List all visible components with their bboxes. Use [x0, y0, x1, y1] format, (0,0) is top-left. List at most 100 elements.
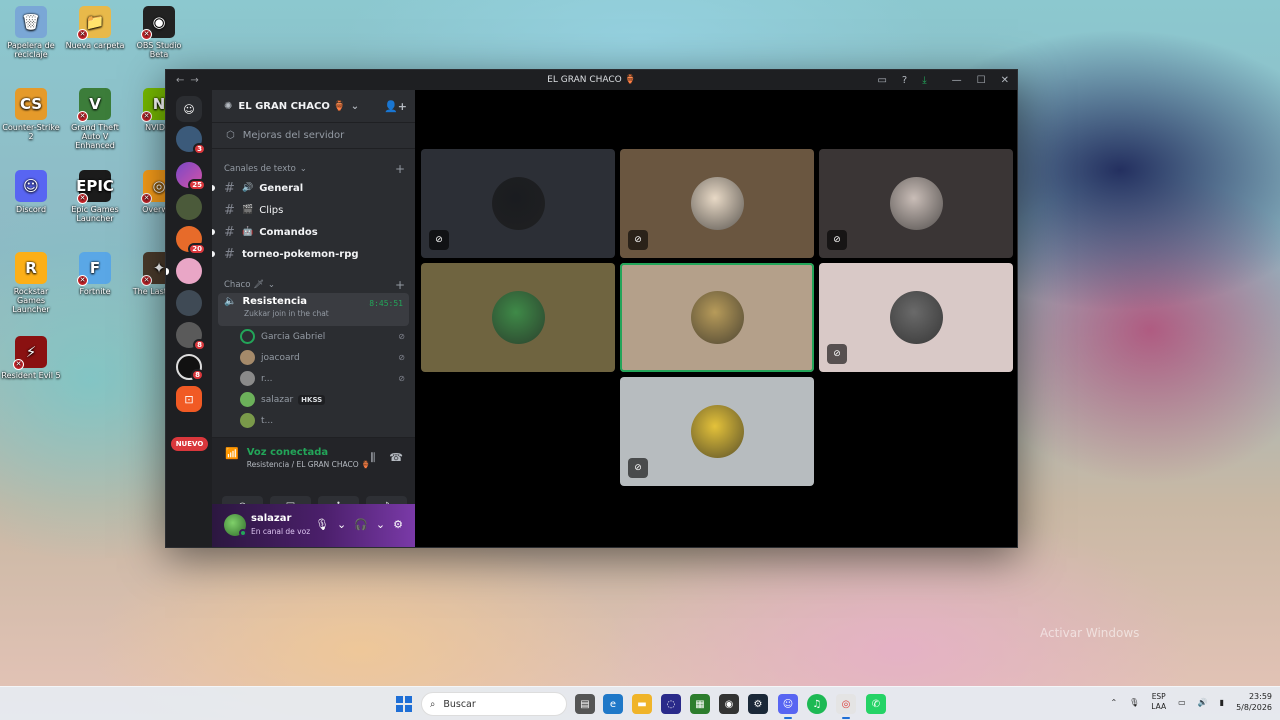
add-channel-icon[interactable]: +: [395, 278, 405, 292]
noise-suppression-icon[interactable]: ⫼: [370, 451, 375, 465]
taskbar-search[interactable]: ⌕ Buscar: [421, 692, 567, 716]
settings-gear-icon[interactable]: ⚙: [393, 518, 403, 531]
desktop-icon-label: Papelera de reciclaje: [7, 41, 55, 59]
maximize-icon[interactable]: ☐: [977, 75, 986, 86]
spotify-icon[interactable]: ♫: [807, 694, 827, 714]
desktop-icon[interactable]: R Rockstar Games Launcher: [0, 252, 62, 314]
server-icon-4[interactable]: 20: [176, 226, 206, 255]
chevron-down-icon[interactable]: ⌄: [337, 518, 346, 531]
download-icon[interactable]: ⤓: [922, 75, 926, 86]
server-icon-2[interactable]: 25: [176, 162, 206, 191]
start-button[interactable]: [396, 696, 412, 712]
server-icon-7[interactable]: 8: [176, 322, 206, 351]
participant-tile[interactable]: ⊘: [421, 149, 615, 258]
voice-user[interactable]: joacoard ⊘: [212, 347, 415, 368]
text-channel-item[interactable]: # 🔊 General: [212, 177, 409, 199]
category-chaco[interactable]: Chaco 🗡 ⌄ +: [212, 277, 415, 293]
window-title: EL GRAN CHACO 🏺: [547, 75, 636, 85]
desktop-icon[interactable]: CS Counter-Strike 2: [0, 88, 62, 141]
new-badge[interactable]: NUEVO: [171, 437, 208, 451]
user-name[interactable]: salazar: [251, 513, 291, 524]
server-icon-1[interactable]: 3: [176, 126, 206, 155]
disconnect-icon[interactable]: ☎: [389, 451, 403, 465]
desktop-icon[interactable]: 🗑 Papelera de reciclaje: [0, 6, 62, 59]
home-discord-icon[interactable]: ☺: [176, 96, 202, 122]
server-boost-link[interactable]: ⬡ Mejoras del servidor: [212, 123, 415, 149]
copilot-icon[interactable]: ◌: [661, 694, 681, 714]
obs-icon[interactable]: ◉: [719, 694, 739, 714]
desktop-icon[interactable]: F ✕ Fortnite: [64, 252, 126, 296]
text-channel-item[interactable]: # 🎬 Clips: [218, 199, 409, 221]
chevron-up-icon[interactable]: ⌃: [1110, 698, 1117, 707]
desktop-icon[interactable]: ☺ Discord: [0, 170, 62, 214]
category-label: Chaco 🗡: [224, 280, 264, 290]
network-icon[interactable]: ▭: [1178, 698, 1186, 707]
server-header[interactable]: ✺ EL GRAN CHACO 🏺 ⌄ 👤+: [212, 90, 415, 123]
participant-tile[interactable]: ⊘: [819, 149, 1013, 258]
desktop-icon[interactable]: V ✕ Grand Theft Auto V Enhanced: [64, 88, 126, 150]
headphones-icon[interactable]: 🎧: [354, 518, 368, 531]
close-icon[interactable]: ✕: [1001, 75, 1009, 86]
server-icon-6[interactable]: [176, 290, 202, 316]
server-icon-3[interactable]: [176, 194, 202, 220]
microphone-tray-icon[interactable]: 🎙: [1129, 698, 1139, 707]
muted-icon: ⊘: [628, 230, 648, 250]
help-icon[interactable]: ?: [902, 75, 907, 86]
desktop-icon[interactable]: EPIC ✕ Epic Games Launcher: [64, 170, 126, 223]
voice-channel-resistencia[interactable]: 🔈 Resistencia 8:45:51 Zukkar join in the …: [218, 293, 409, 326]
avatar: [889, 291, 943, 344]
server-icon-5[interactable]: [166, 258, 202, 284]
desktop-icon[interactable]: 📁 ✕ Nueva carpeta: [64, 6, 126, 50]
voice-connected-subtitle[interactable]: Resistencia / EL GRAN CHACO 🏺: [247, 460, 371, 469]
input-language[interactable]: ESP LAA: [1151, 692, 1166, 712]
text-channel-item[interactable]: # torneo-pokemon-rpg: [212, 243, 409, 265]
text-channel-item[interactable]: # 🤖 Comandos: [212, 221, 409, 243]
desktop-icon[interactable]: ⚡ ✕ Resident Evil 5: [0, 336, 62, 380]
task-view-icon[interactable]: ▤: [575, 694, 595, 714]
voice-user[interactable]: salazar HKSS: [212, 389, 415, 410]
category-text-channels[interactable]: Canales de texto ⌄ +: [212, 161, 415, 177]
taskbar: ⌕ Buscar ▤ e ▬ ◌ ▦ ◉ ⚙ ☺ ♫ ◎ ✆ ⌃ 🎙 ESP L…: [0, 686, 1280, 720]
volume-icon[interactable]: 🔊: [1198, 698, 1208, 707]
desktop-icon[interactable]: ◉ ✕ OBS Studio Beta: [128, 6, 190, 59]
muted-mic-icon: ⊘: [398, 374, 405, 383]
store-icon[interactable]: ▦: [690, 694, 710, 714]
participant-tile[interactable]: ⊘: [620, 377, 814, 486]
shortcut-error-icon: ✕: [13, 359, 24, 370]
participant-tile[interactable]: ⊘: [819, 263, 1013, 372]
chevron-down-icon: ⌄: [350, 100, 360, 112]
whatsapp-icon[interactable]: ✆: [866, 694, 886, 714]
add-channel-icon[interactable]: +: [395, 162, 405, 176]
muted-icon: ⊘: [827, 344, 847, 364]
steam-icon[interactable]: ⚙: [748, 694, 768, 714]
chevron-down-icon[interactable]: ⌄: [376, 518, 385, 531]
voice-user[interactable]: Garcia Gabriel ⊘: [212, 326, 415, 347]
app-icon: ◉ ✕: [141, 6, 175, 40]
invite-people-icon[interactable]: 👤+: [384, 100, 407, 113]
voice-user-name: t...: [261, 415, 274, 426]
discord-icon[interactable]: ☺: [778, 694, 798, 719]
voice-connected-title[interactable]: Voz conectada: [247, 447, 371, 458]
edge-icon[interactable]: e: [603, 694, 623, 714]
battery-icon[interactable]: ▮: [1220, 698, 1224, 707]
voice-user[interactable]: t...: [212, 410, 415, 431]
hash-icon: #: [224, 224, 235, 240]
connection-signal-icon[interactable]: 📶: [225, 447, 239, 469]
chrome-icon[interactable]: ◎: [836, 694, 856, 719]
nav-arrows[interactable]: ←→: [176, 75, 205, 86]
unread-pill: [212, 229, 215, 235]
participant-tile[interactable]: [620, 263, 814, 372]
inbox-icon[interactable]: ▭: [877, 75, 886, 86]
minimize-icon[interactable]: —: [952, 75, 962, 86]
participant-tile[interactable]: [421, 263, 615, 372]
server-icon-9[interactable]: ⊡: [176, 386, 202, 412]
voice-user[interactable]: r... ⊘: [212, 368, 415, 389]
shortcut-error-icon: ✕: [77, 111, 88, 122]
clock[interactable]: 23:59 5/8/2026: [1236, 691, 1272, 713]
mention-badge: 25: [188, 179, 206, 191]
file-explorer-icon[interactable]: ▬: [632, 694, 652, 714]
server-icon-8[interactable]: 8: [176, 354, 204, 381]
shortcut-error-icon: ✕: [77, 275, 88, 286]
microphone-icon[interactable]: 🎙: [315, 518, 329, 531]
participant-tile[interactable]: ⊘: [620, 149, 814, 258]
